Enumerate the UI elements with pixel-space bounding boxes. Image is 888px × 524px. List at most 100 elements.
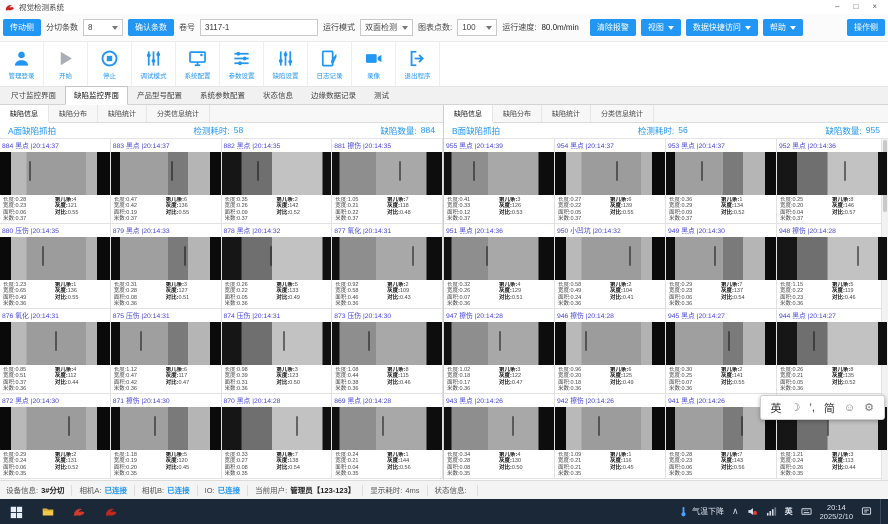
- defect-cell[interactable]: 951 黑点 |20:14:36长度:0.32宽度:0.26面积:0.07米数:…: [444, 224, 555, 309]
- defect-cell[interactable]: 877 氧化 |20:14:31长度:0.92宽度:0.58面积:0.46米数:…: [332, 224, 443, 309]
- defect-cell[interactable]: 955 黑点 |20:14:39长度:0.41宽度:0.33面积:0.12米数:…: [444, 139, 555, 224]
- a-sub-tab-4[interactable]: 分类信息统计: [147, 105, 210, 122]
- status-label: 相机A:: [79, 485, 101, 496]
- minimize-button[interactable]: –: [835, 3, 839, 11]
- defect-cell[interactable]: 952 黑点 |20:14:36长度:0.25宽度:0.20面积:0.04米数:…: [777, 139, 888, 224]
- toolbar-item-stop[interactable]: 停止: [88, 42, 132, 86]
- help-menu-button[interactable]: 帮助: [763, 19, 803, 36]
- ime-punct[interactable]: ’,: [809, 402, 815, 414]
- drive-side-button[interactable]: 传动侧: [3, 19, 41, 36]
- main-tab-3[interactable]: 产品型号配置: [128, 86, 191, 105]
- defect-cell[interactable]: 873 压伤 |20:14:30长度:1.08宽度:0.44面积:0.38米数:…: [332, 309, 443, 394]
- defect-cell[interactable]: 878 黑点 |20:14:32长度:0.26宽度:0.22面积:0.05米数:…: [222, 224, 333, 309]
- defect-cell-caption: 长度:1.09宽度:0.21面积:0.21米数:0.35第几条:1灰度:116对…: [555, 450, 665, 478]
- roll-number-input[interactable]: [200, 19, 318, 36]
- clear-alarm-button[interactable]: 清除报警: [590, 19, 636, 36]
- b-sub-tab-1[interactable]: 缺陷信息: [444, 105, 493, 123]
- caption-field: 对比:0.47: [166, 380, 218, 387]
- toolbar-item-exit[interactable]: 退出程序: [396, 42, 440, 86]
- ime-simplified[interactable]: 简: [824, 400, 835, 416]
- confirm-count-button[interactable]: 确认条数: [128, 19, 174, 36]
- caption-field: 灰度:117: [166, 373, 218, 380]
- toolbar-item-user[interactable]: 管理登录: [0, 42, 44, 86]
- defect-cell[interactable]: 883 黑点 |20:14:37长度:0.47宽度:0.42面积:0.19米数:…: [111, 139, 222, 224]
- ime-emoji-icon[interactable]: ☺: [844, 402, 855, 414]
- b-sub-tab-2[interactable]: 缺陷分布: [493, 105, 542, 122]
- main-tab-6[interactable]: 边缘数据记录: [302, 86, 365, 105]
- defect-cell[interactable]: 872 黑点 |20:14:30长度:0.29宽度:0.24面积:0.06米数:…: [0, 394, 111, 479]
- action-center-icon[interactable]: [861, 506, 872, 517]
- a-sub-tab-2[interactable]: 缺陷分布: [49, 105, 98, 122]
- maximize-button[interactable]: □: [853, 3, 858, 11]
- defect-cell[interactable]: 871 擦伤 |20:14:30长度:1.18宽度:0.19面积:0.20米数:…: [111, 394, 222, 479]
- toolbar-item-camera[interactable]: 录像: [352, 42, 396, 86]
- defect-cell[interactable]: 881 擦伤 |20:14:35长度:1.05宽度:0.21面积:0.22米数:…: [332, 139, 443, 224]
- defect-cell[interactable]: 880 压伤 |20:14:35长度:1.23宽度:0.65面积:0.49米数:…: [0, 224, 111, 309]
- operator-side-button[interactable]: 操作侧: [847, 19, 885, 36]
- defect-cell[interactable]: 870 黑点 |20:14:28长度:0.33宽度:0.27面积:0.08米数:…: [222, 394, 333, 479]
- defect-cell[interactable]: 943 黑点 |20:14:26长度:0.34宽度:0.28面积:0.08米数:…: [444, 394, 555, 479]
- close-button[interactable]: ×: [872, 3, 877, 11]
- ime-lang[interactable]: 英: [771, 400, 782, 416]
- defect-cell[interactable]: 942 擦伤 |20:14:26长度:1.09宽度:0.21面积:0.21米数:…: [555, 394, 666, 479]
- defect-cell[interactable]: 949 黑点 |20:14:30长度:0.29宽度:0.23面积:0.06米数:…: [666, 224, 777, 309]
- defect-cell[interactable]: 948 擦伤 |20:14:28长度:1.15宽度:0.22面积:0.23米数:…: [777, 224, 888, 309]
- toolbar-item-play[interactable]: 开始: [44, 42, 88, 86]
- toolbar-item-label: 录像: [367, 70, 380, 80]
- start-button[interactable]: [0, 499, 32, 524]
- debug-icon: [144, 49, 163, 68]
- defect-cell[interactable]: 875 压伤 |20:14:31长度:1.12宽度:0.47面积:0.42米数:…: [111, 309, 222, 394]
- toolbar-item-log[interactable]: 日志记录: [308, 42, 352, 86]
- defect-cell[interactable]: 946 擦伤 |20:14:28长度:0.96宽度:0.20面积:0.18米数:…: [555, 309, 666, 394]
- tray-chevron-up-icon[interactable]: ∧: [732, 506, 739, 517]
- defect-cell[interactable]: 874 压伤 |20:14:31长度:0.98宽度:0.39面积:0.31米数:…: [222, 309, 333, 394]
- defect-cell-caption: 长度:1.15宽度:0.22面积:0.23米数:0.36第几条:5灰度:119对…: [777, 280, 887, 308]
- defect-cell[interactable]: 953 黑点 |20:14:37长度:0.36宽度:0.29面积:0.09米数:…: [666, 139, 777, 224]
- ime-settings-icon[interactable]: ⚙: [864, 401, 874, 414]
- caption-field: 米数:0.36: [558, 301, 610, 308]
- run-mode-select[interactable]: 双面检测: [360, 19, 413, 36]
- file-explorer-icon[interactable]: [32, 499, 64, 524]
- b-sub-tab-4[interactable]: 分类信息统计: [591, 105, 654, 122]
- network-icon[interactable]: [766, 506, 777, 517]
- defect-cell[interactable]: 945 黑点 |20:14:27长度:0.30宽度:0.25面积:0.07米数:…: [666, 309, 777, 394]
- main-tab-5[interactable]: 状态信息: [254, 86, 302, 105]
- caption-left-column: 长度:1.12宽度:0.47面积:0.42米数:0.36: [114, 367, 166, 393]
- toolbar-item-levels[interactable]: 缺陷设置: [264, 42, 308, 86]
- main-tab-7[interactable]: 测试: [365, 86, 398, 105]
- inspection-app-icon[interactable]: [64, 499, 96, 524]
- view-menu-button[interactable]: 视图: [641, 19, 681, 36]
- a-sub-tab-3[interactable]: 缺陷统计: [98, 105, 147, 122]
- volume-icon[interactable]: [747, 506, 758, 517]
- defect-cell[interactable]: 944 黑点 |20:14:27长度:0.26宽度:0.21面积:0.05米数:…: [777, 309, 888, 394]
- chart-points-value: 100: [462, 23, 475, 32]
- main-tab-4[interactable]: 系统参数配置: [191, 86, 254, 105]
- quick-access-menu-button[interactable]: 数据快捷访问: [686, 19, 758, 36]
- defect-cell[interactable]: 882 黑点 |20:14:35长度:0.35宽度:0.26面积:0.09米数:…: [222, 139, 333, 224]
- defect-cell[interactable]: 950 小凹坑 |20:14:32长度:0.58宽度:0.49面积:0.24米数…: [555, 224, 666, 309]
- toolbar-item-debug[interactable]: 调试模式: [132, 42, 176, 86]
- a-sub-tab-1[interactable]: 缺陷信息: [0, 105, 49, 123]
- toolbar-item-params[interactable]: 参数设置: [220, 42, 264, 86]
- chart-points-select[interactable]: 100: [457, 19, 497, 36]
- defect-mark: [741, 416, 743, 436]
- main-tab-2[interactable]: 缺陷监控界面: [65, 86, 128, 105]
- toolbar-item-monitor[interactable]: 系统配置: [176, 42, 220, 86]
- defect-cell[interactable]: 954 黑点 |20:14:37长度:0.27宽度:0.22面积:0.05米数:…: [555, 139, 666, 224]
- weather-ticker[interactable]: 气温下降: [678, 506, 724, 517]
- ime-indicator[interactable]: 英: [785, 506, 793, 517]
- defect-cell[interactable]: 869 黑点 |20:14:28长度:0.24宽度:0.21面积:0.04米数:…: [332, 394, 443, 479]
- taskbar-clock[interactable]: 20:14 2025/2/10: [820, 503, 853, 521]
- defect-cell[interactable]: 879 黑点 |20:14:33长度:0.31宽度:0.28面积:0.08米数:…: [111, 224, 222, 309]
- inspection-app-icon-2[interactable]: [96, 499, 128, 524]
- defect-cell[interactable]: 947 擦伤 |20:14:28长度:1.02宽度:0.18面积:0.17米数:…: [444, 309, 555, 394]
- split-count-select[interactable]: 8: [83, 19, 123, 36]
- defect-cell[interactable]: 884 黑点 |20:14:37长度:0.28宽度:0.23面积:0.06米数:…: [0, 139, 111, 224]
- touch-keyboard-icon[interactable]: [801, 506, 812, 517]
- b-sub-tab-3[interactable]: 缺陷统计: [542, 105, 591, 122]
- defect-cell-header: 952 黑点 |20:14:36: [777, 139, 887, 152]
- ime-moon-icon[interactable]: ☽: [791, 401, 801, 414]
- show-desktop-button[interactable]: [880, 499, 885, 524]
- defect-cell[interactable]: 876 氧化 |20:14:31长度:0.85宽度:0.51面积:0.37米数:…: [0, 309, 111, 394]
- main-tab-1[interactable]: 尺寸监控界面: [2, 86, 65, 105]
